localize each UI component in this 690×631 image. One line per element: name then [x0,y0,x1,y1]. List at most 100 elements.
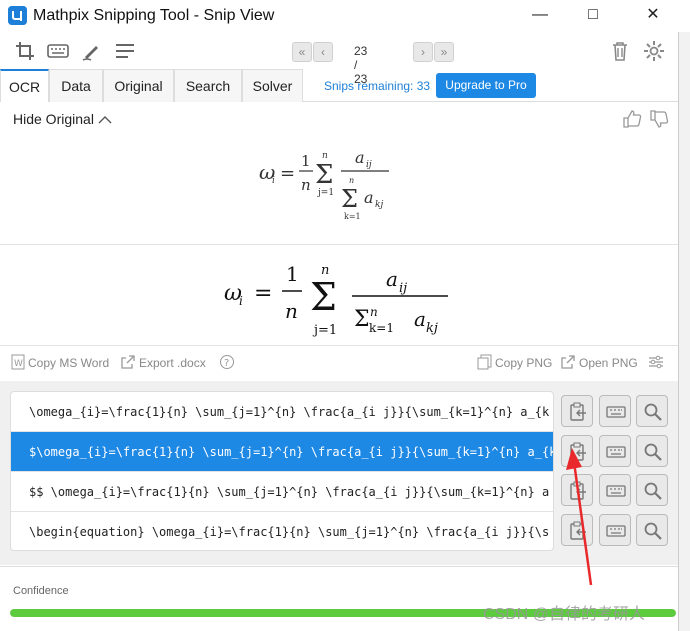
svg-text:?: ? [224,358,229,369]
search-icon [644,403,662,421]
svg-text:=: = [280,163,295,184]
crop-snip-icon[interactable] [14,40,36,62]
title-bar: Mathpix Snipping Tool - Snip View — □ ✕ [0,0,690,32]
snips-remaining: Snips remaining: 33 [324,79,431,93]
search-button[interactable] [636,514,668,546]
confidence-label: Confidence [13,585,69,597]
trash-icon[interactable] [609,40,631,62]
settings-gear-icon[interactable] [643,40,665,62]
svg-text:=: = [254,281,272,306]
orig-omega-sub: i [272,176,275,186]
latex-row-dollar[interactable]: $\omega_{i}=\frac{1}{n} \sum_{j=1}^{n} \… [11,432,553,472]
svg-text:Σ: Σ [310,275,337,319]
svg-text:W: W [14,359,23,369]
copy-png-icon [477,354,493,370]
copy-ms-word-button[interactable]: Copy MS Word [28,356,109,370]
rendered-den-upper: n [370,305,378,319]
rendered-formula: ω i = 1 n n Σ j=1 a ij Σ n k=1 a kj [224,262,448,338]
upgrade-to-pro-button[interactable]: Upgrade to Pro [436,73,536,98]
orig-sum-lower: j=1 [317,188,334,198]
maximize-button[interactable]: □ [578,4,608,26]
keyboard-icon[interactable] [47,40,69,62]
annotation-arrow [566,448,593,586]
sliders-settings-icon[interactable] [648,354,664,370]
rendered-sum-lower: j=1 [312,323,337,338]
orig-num-sub: ij [366,160,372,170]
first-page-button[interactable]: « [292,42,312,62]
orig-num: a [355,148,365,167]
hide-original-toggle[interactable]: Hide Original [13,111,112,128]
latex-row-inline[interactable]: \omega_{i}=\frac{1}{n} \sum_{j=1}^{n} \f… [11,392,553,432]
chevron-up-icon [98,112,112,128]
keyboard-icon [606,446,626,458]
rendered-den-lower: k=1 [369,321,394,335]
orig-n: n [301,176,311,194]
tab-data[interactable]: Data [49,69,103,102]
thumbs-up-icon[interactable] [622,109,642,129]
toolbar: « ‹ 23 / 23 › » [0,34,678,86]
search-button[interactable] [636,395,668,427]
keyboard-icon [606,525,626,537]
close-button[interactable]: ✕ [638,4,668,26]
copy-png-button[interactable]: Copy PNG [495,356,552,370]
export-icon [120,354,136,370]
tab-ocr[interactable]: OCR [0,69,49,102]
search-icon [644,522,662,540]
tab-solver[interactable]: Solver [242,69,303,102]
copy-options-bar: W Copy MS Word Export .docx ? Copy PNG O… [0,347,678,380]
watermark-text: CSDN @自律的考研人 [483,606,646,623]
orig-den-upper: n [349,176,354,185]
edit-keyboard-button[interactable] [599,514,631,546]
latex-list: \omega_{i}=\frac{1}{n} \sum_{j=1}^{n} \f… [10,391,554,551]
keyboard-icon [606,485,626,497]
orig-den-sub: kj [375,200,383,210]
original-formula-image: ω i = 1 n n Σ j=1 a ij n Σ k=1 a kj [259,148,389,221]
edit-keyboard-button[interactable] [599,474,631,506]
search-icon [644,443,662,461]
clipboard-icon [570,402,586,421]
adjacent-window-edge [678,0,690,631]
rendered-omega-sub: i [239,294,243,308]
prev-page-button[interactable]: ‹ [313,42,333,62]
edit-keyboard-button[interactable] [599,395,631,427]
open-png-button[interactable]: Open PNG [579,356,638,370]
keyboard-icon [606,406,626,418]
search-button[interactable] [636,435,668,467]
orig-den: a [364,188,374,207]
rendered-den: a [414,307,426,331]
orig-den-lower: k=1 [344,212,361,221]
export-docx-button[interactable]: Export .docx [139,356,206,370]
search-button[interactable] [636,474,668,506]
rendered-num-sub: ij [399,281,407,296]
next-page-button[interactable]: › [413,42,433,62]
window-title: Mathpix Snipping Tool - Snip View [33,7,275,24]
original-snip-section: Hide Original ω i = 1 n n Σ j=1 a ij n Σ… [0,103,678,245]
tab-original[interactable]: Original [103,69,174,102]
tab-bar: OCR Data Original Search Solver Snips re… [0,69,678,102]
last-page-button[interactable]: » [434,42,454,62]
thumbs-down-icon[interactable] [649,109,669,129]
menu-lines-icon[interactable] [114,40,136,62]
minimize-button[interactable]: — [525,4,555,26]
rendered-one: 1 [286,262,299,286]
svg-text:Σ: Σ [341,185,358,213]
edit-keyboard-button[interactable] [599,435,631,467]
rendered-formula-section: ω i = 1 n n Σ j=1 a ij Σ n k=1 a kj [0,246,678,346]
svg-text:Σ: Σ [354,307,370,332]
rendered-num: a [386,267,398,291]
word-document-icon: W [10,354,26,370]
svg-text:Σ: Σ [315,160,333,190]
rendered-n: n [285,299,298,323]
latex-row-double-dollar[interactable]: $$ \omega_{i}=\frac{1}{n} \sum_{j=1}^{n}… [11,472,553,512]
search-icon [644,482,662,500]
rendered-den-sub: kj [426,321,438,336]
help-icon[interactable]: ? [219,354,235,370]
orig-one: 1 [301,152,311,170]
copy-clipboard-button[interactable] [561,395,593,427]
hide-original-label: Hide Original [13,111,94,127]
open-png-icon [560,354,576,370]
draw-icon[interactable] [81,40,103,62]
tab-search[interactable]: Search [174,69,242,102]
mathpix-logo-icon [8,6,27,25]
latex-row-equation[interactable]: \begin{equation} \omega_{i}=\frac{1}{n} … [11,512,553,550]
